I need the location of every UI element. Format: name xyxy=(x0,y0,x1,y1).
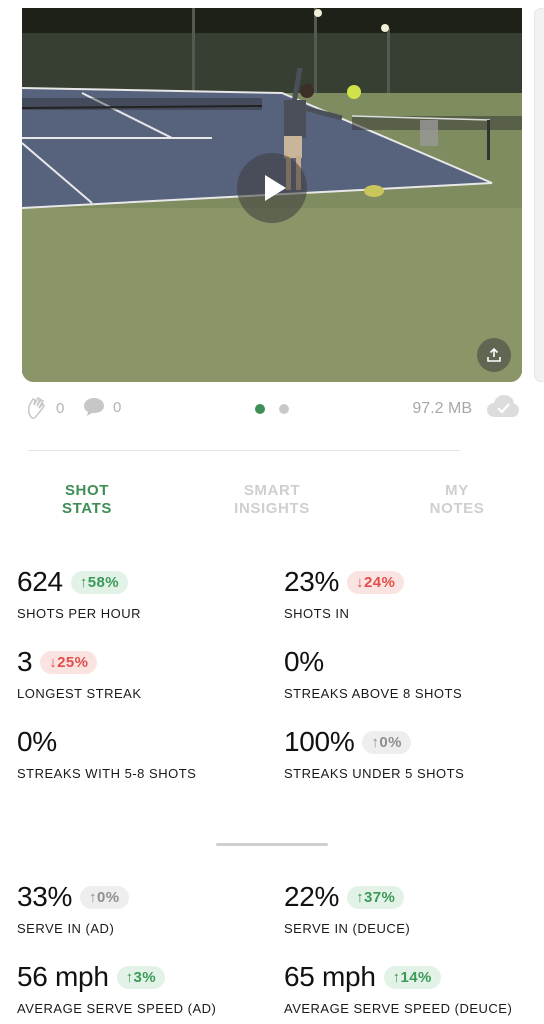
trend-badge: ↑3% xyxy=(116,965,165,989)
divider xyxy=(28,450,460,451)
tab-label-line1: SMART xyxy=(243,482,301,499)
claps-counter[interactable]: 0 xyxy=(26,396,64,420)
tab-label-line1: MY xyxy=(445,482,469,499)
cloud-check-icon[interactable] xyxy=(486,394,520,420)
stat-value: 65 mph xyxy=(284,961,376,992)
stat-value: 23% xyxy=(284,566,340,597)
stat-label: SHOTS IN xyxy=(284,606,350,621)
stat-streaks-5-8: 0% STREAKS WITH 5-8 SHOTS xyxy=(17,726,196,781)
claps-count: 0 xyxy=(56,399,65,417)
stat-streaks-under-5: 100% ↑0% STREAKS UNDER 5 SHOTS xyxy=(284,726,464,781)
stat-value: 56 mph xyxy=(17,961,109,992)
stat-value: 3 xyxy=(17,646,33,677)
stat-value: 0% xyxy=(284,646,324,677)
file-size: 97.2 MB xyxy=(412,400,472,417)
page-dot[interactable] xyxy=(279,404,289,414)
stat-value: 33% xyxy=(17,881,73,912)
trend-badge: ↑58% xyxy=(70,570,128,594)
trend-badge: ↑14% xyxy=(383,965,441,989)
stat-shots-per-hour: 624 ↑58% SHOTS PER HOUR xyxy=(17,566,141,621)
stat-label: AVERAGE SERVE SPEED (AD) xyxy=(17,1001,217,1016)
share-button[interactable] xyxy=(477,338,511,372)
tab-my-notes[interactable]: MY NOTES xyxy=(392,482,522,518)
stat-avg-serve-speed-deuce: 65 mph ↑14% AVERAGE SERVE SPEED (DEUCE) xyxy=(284,961,512,1016)
trend-badge: ↑37% xyxy=(347,885,405,909)
section-separator xyxy=(216,843,328,846)
trend-badge: ↓24% xyxy=(347,570,405,594)
stat-value: 100% xyxy=(284,726,355,757)
stat-label: STREAKS UNDER 5 SHOTS xyxy=(284,766,465,781)
media-meta-row: 0 0 97.2 MB xyxy=(26,394,520,424)
play-button[interactable] xyxy=(237,153,307,223)
stat-label: SERVE IN (AD) xyxy=(17,921,115,936)
tab-label-line2: INSIGHTS xyxy=(234,500,310,517)
stat-streaks-above-8: 0% STREAKS ABOVE 8 SHOTS xyxy=(284,646,462,701)
share-icon xyxy=(487,347,501,362)
next-video-card-edge[interactable] xyxy=(534,8,544,382)
stat-value: 22% xyxy=(284,881,340,912)
tab-label-line2: NOTES xyxy=(429,500,485,517)
comments-counter[interactable]: 0 xyxy=(82,396,121,418)
comments-count: 0 xyxy=(113,398,122,416)
stat-label: SHOTS PER HOUR xyxy=(17,606,142,621)
stat-avg-serve-speed-ad: 56 mph ↑3% AVERAGE SERVE SPEED (AD) xyxy=(17,961,216,1016)
tab-smart-insights[interactable]: SMART INSIGHTS xyxy=(207,482,337,518)
stat-value: 0% xyxy=(17,726,57,757)
stat-longest-streak: 3 ↓25% LONGEST STREAK xyxy=(17,646,142,701)
tab-label-line2: STATS xyxy=(62,500,112,517)
tab-label-line1: SHOT xyxy=(64,482,110,499)
trend-badge: ↓25% xyxy=(40,650,98,674)
stat-label: SERVE IN (DEUCE) xyxy=(284,921,411,936)
stat-label: LONGEST STREAK xyxy=(17,686,142,701)
video-thumbnail[interactable] xyxy=(22,8,522,382)
trend-badge: ↑0% xyxy=(80,885,129,909)
play-icon xyxy=(264,175,286,201)
stat-label: STREAKS ABOVE 8 SHOTS xyxy=(284,686,463,701)
comment-icon xyxy=(84,398,104,416)
clap-icon xyxy=(27,397,45,419)
stat-shots-in: 23% ↓24% SHOTS IN xyxy=(284,566,405,621)
stats-tabs: SHOT STATS SMART INSIGHTS MY NOTES xyxy=(0,482,544,526)
stat-label: STREAKS WITH 5-8 SHOTS xyxy=(17,766,197,781)
stat-label: AVERAGE SERVE SPEED (DEUCE) xyxy=(284,1001,513,1016)
tab-shot-stats[interactable]: SHOT STATS xyxy=(22,482,152,518)
page-dot-active[interactable] xyxy=(255,404,265,414)
stat-serve-in-deuce: 22% ↑37% SERVE IN (DEUCE) xyxy=(284,881,410,936)
stat-value: 624 xyxy=(17,566,63,597)
stat-serve-in-ad: 33% ↑0% SERVE IN (AD) xyxy=(17,881,129,936)
trend-badge: ↑0% xyxy=(362,730,411,754)
